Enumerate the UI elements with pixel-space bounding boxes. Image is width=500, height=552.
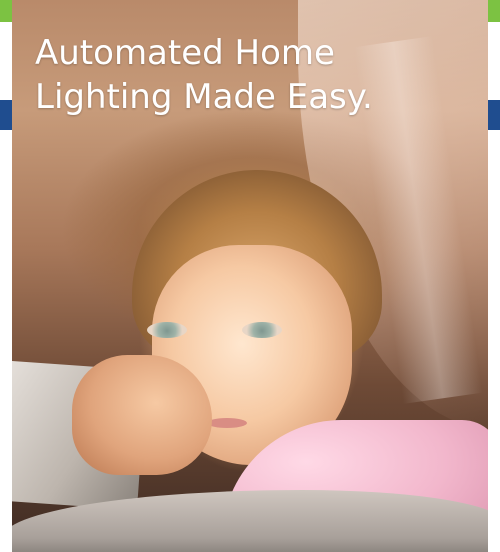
blue-accent-bar-right bbox=[488, 100, 500, 130]
child-mouth bbox=[207, 418, 247, 428]
child-hand bbox=[72, 355, 212, 475]
child-eye-right bbox=[242, 322, 282, 338]
headline: Automated Home Lighting Made Easy. bbox=[35, 31, 373, 119]
headline-line-1: Automated Home bbox=[35, 33, 335, 73]
child-eye-left bbox=[147, 322, 187, 338]
headline-line-2: Lighting Made Easy. bbox=[35, 77, 373, 117]
ad-banner: Automated Home Lighting Made Easy. bbox=[0, 0, 500, 552]
blue-accent-bar-left bbox=[0, 100, 12, 130]
